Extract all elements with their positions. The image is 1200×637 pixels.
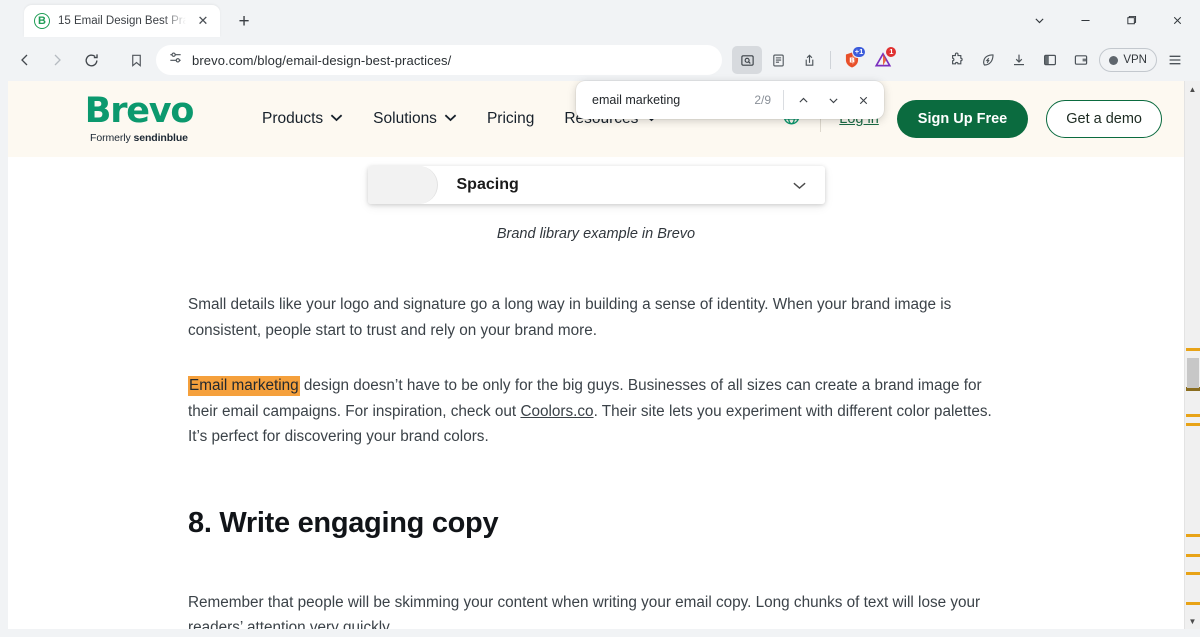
tab-search-chevron-down-icon[interactable]: [1016, 0, 1062, 40]
vpn-status-dot: [1109, 56, 1118, 65]
find-match-marker: [1186, 602, 1200, 605]
vpn-label: VPN: [1123, 54, 1147, 66]
brevo-logo[interactable]: Brevo Formerly sendinblue: [54, 94, 224, 144]
find-previous-button[interactable]: [788, 86, 818, 114]
tab-title: 15 Email Design Best Practices f: [58, 15, 186, 27]
brave-rewards-badge: 1: [885, 46, 897, 58]
nav-item-pricing[interactable]: Pricing: [487, 110, 534, 128]
scrollbar-up-arrow[interactable]: ▲: [1185, 81, 1200, 97]
logo-brand-text: sendinblue: [134, 132, 188, 144]
minimize-button[interactable]: [1062, 0, 1108, 40]
back-button[interactable]: [10, 46, 40, 74]
nav-item-solutions[interactable]: Solutions: [373, 110, 457, 128]
address-bar-container: brevo.com/blog/email-design-best-practic…: [122, 45, 722, 75]
find-divider: [783, 90, 784, 110]
sidebar-icon[interactable]: [1035, 46, 1065, 74]
address-bar[interactable]: brevo.com/blog/email-design-best-practic…: [156, 45, 722, 75]
scrollbar-track[interactable]: [1185, 97, 1200, 613]
paragraph-1: Small details like your logo and signatu…: [188, 292, 1005, 343]
find-match-marker: [1186, 534, 1200, 537]
vpn-button[interactable]: VPN: [1099, 48, 1157, 72]
browser-window: B 15 Email Design Best Practices f ✕ +: [0, 0, 1200, 637]
find-match-marker: [1186, 348, 1200, 351]
chevron-down-icon: [444, 113, 457, 125]
share-icon[interactable]: [794, 46, 824, 74]
forward-button[interactable]: [42, 46, 72, 74]
section-heading-8: 8. Write engaging copy: [188, 507, 1005, 540]
toolbar-right-actions: B +1 1: [732, 46, 1190, 74]
extensions-puzzle-icon[interactable]: [942, 46, 972, 74]
toolbar-divider: [830, 51, 831, 69]
leo-ai-icon[interactable]: [973, 46, 1003, 74]
tab-favicon-brevo: B: [34, 13, 50, 29]
window-controls: [1016, 0, 1200, 40]
nav-item-solutions-label: Solutions: [373, 110, 437, 128]
hamburger-menu-icon[interactable]: [1160, 46, 1190, 74]
brand-library-spacing-row[interactable]: Spacing: [368, 166, 825, 204]
reader-mode-icon[interactable]: [763, 46, 793, 74]
find-match-highlight: Email marketing: [188, 376, 300, 396]
image-caption: Brand library example in Brevo: [8, 226, 1184, 242]
find-match-marker: [1186, 414, 1200, 417]
nav-item-products-label: Products: [262, 110, 323, 128]
bookmark-icon[interactable]: [122, 46, 150, 74]
downloads-icon[interactable]: [1004, 46, 1034, 74]
get-a-demo-button[interactable]: Get a demo: [1046, 100, 1162, 138]
scrollbar-down-arrow[interactable]: ▼: [1185, 613, 1200, 629]
browser-toolbar: brevo.com/blog/email-design-best-practic…: [0, 40, 1200, 80]
page-viewport: Brevo Formerly sendinblue Products So: [8, 81, 1184, 629]
browser-tab[interactable]: B 15 Email Design Best Practices f ✕: [24, 5, 220, 37]
new-tab-button[interactable]: +: [230, 8, 258, 36]
maximize-button[interactable]: [1108, 0, 1154, 40]
find-match-counter: 2/9: [754, 93, 771, 107]
find-close-button[interactable]: [848, 86, 878, 114]
url-text: brevo.com/blog/email-design-best-practic…: [192, 53, 451, 68]
reload-button[interactable]: [76, 46, 106, 74]
spacing-thumbnail: [368, 166, 438, 204]
scrollbar-thumb[interactable]: [1187, 358, 1199, 388]
brevo-logo-wordmark: Brevo: [54, 94, 224, 129]
find-in-page-bar: 2/9: [576, 81, 884, 119]
brave-shields-icon[interactable]: B +1: [837, 46, 867, 74]
spacing-label: Spacing: [457, 176, 519, 194]
chevron-down-icon[interactable]: [792, 178, 807, 193]
find-match-marker: [1186, 423, 1200, 426]
site-settings-icon[interactable]: [168, 50, 183, 70]
brevo-logo-tagline: Formerly sendinblue: [54, 132, 224, 144]
close-window-button[interactable]: [1154, 0, 1200, 40]
find-match-marker: [1186, 554, 1200, 557]
paragraph-2: Email marketing design doesn’t have to b…: [188, 373, 1005, 450]
article-body: Small details like your logo and signatu…: [187, 292, 1005, 629]
find-next-button[interactable]: [818, 86, 848, 114]
find-in-page-icon[interactable]: [732, 46, 762, 74]
paragraph-3: Remember that people will be skimming yo…: [188, 590, 1005, 630]
nav-item-products[interactable]: Products: [262, 110, 343, 128]
nav-item-pricing-label: Pricing: [487, 110, 534, 128]
chevron-down-icon: [330, 113, 343, 125]
wallet-icon[interactable]: [1066, 46, 1096, 74]
find-match-marker: [1186, 572, 1200, 575]
logo-formerly-text: Formerly: [90, 132, 131, 144]
tab-strip: B 15 Email Design Best Practices f ✕ +: [0, 0, 1200, 40]
sign-up-free-button[interactable]: Sign Up Free: [897, 100, 1028, 138]
coolors-link[interactable]: Coolors.co: [520, 403, 593, 420]
brave-rewards-icon[interactable]: 1: [868, 46, 898, 74]
article-content: Spacing Brand library example in Brevo S…: [8, 166, 1184, 629]
page-scrollbar[interactable]: ▲ ▼: [1184, 81, 1200, 629]
brave-shields-badge: +1: [852, 46, 867, 58]
find-input[interactable]: [592, 93, 754, 107]
tab-close-icon[interactable]: ✕: [194, 12, 212, 30]
